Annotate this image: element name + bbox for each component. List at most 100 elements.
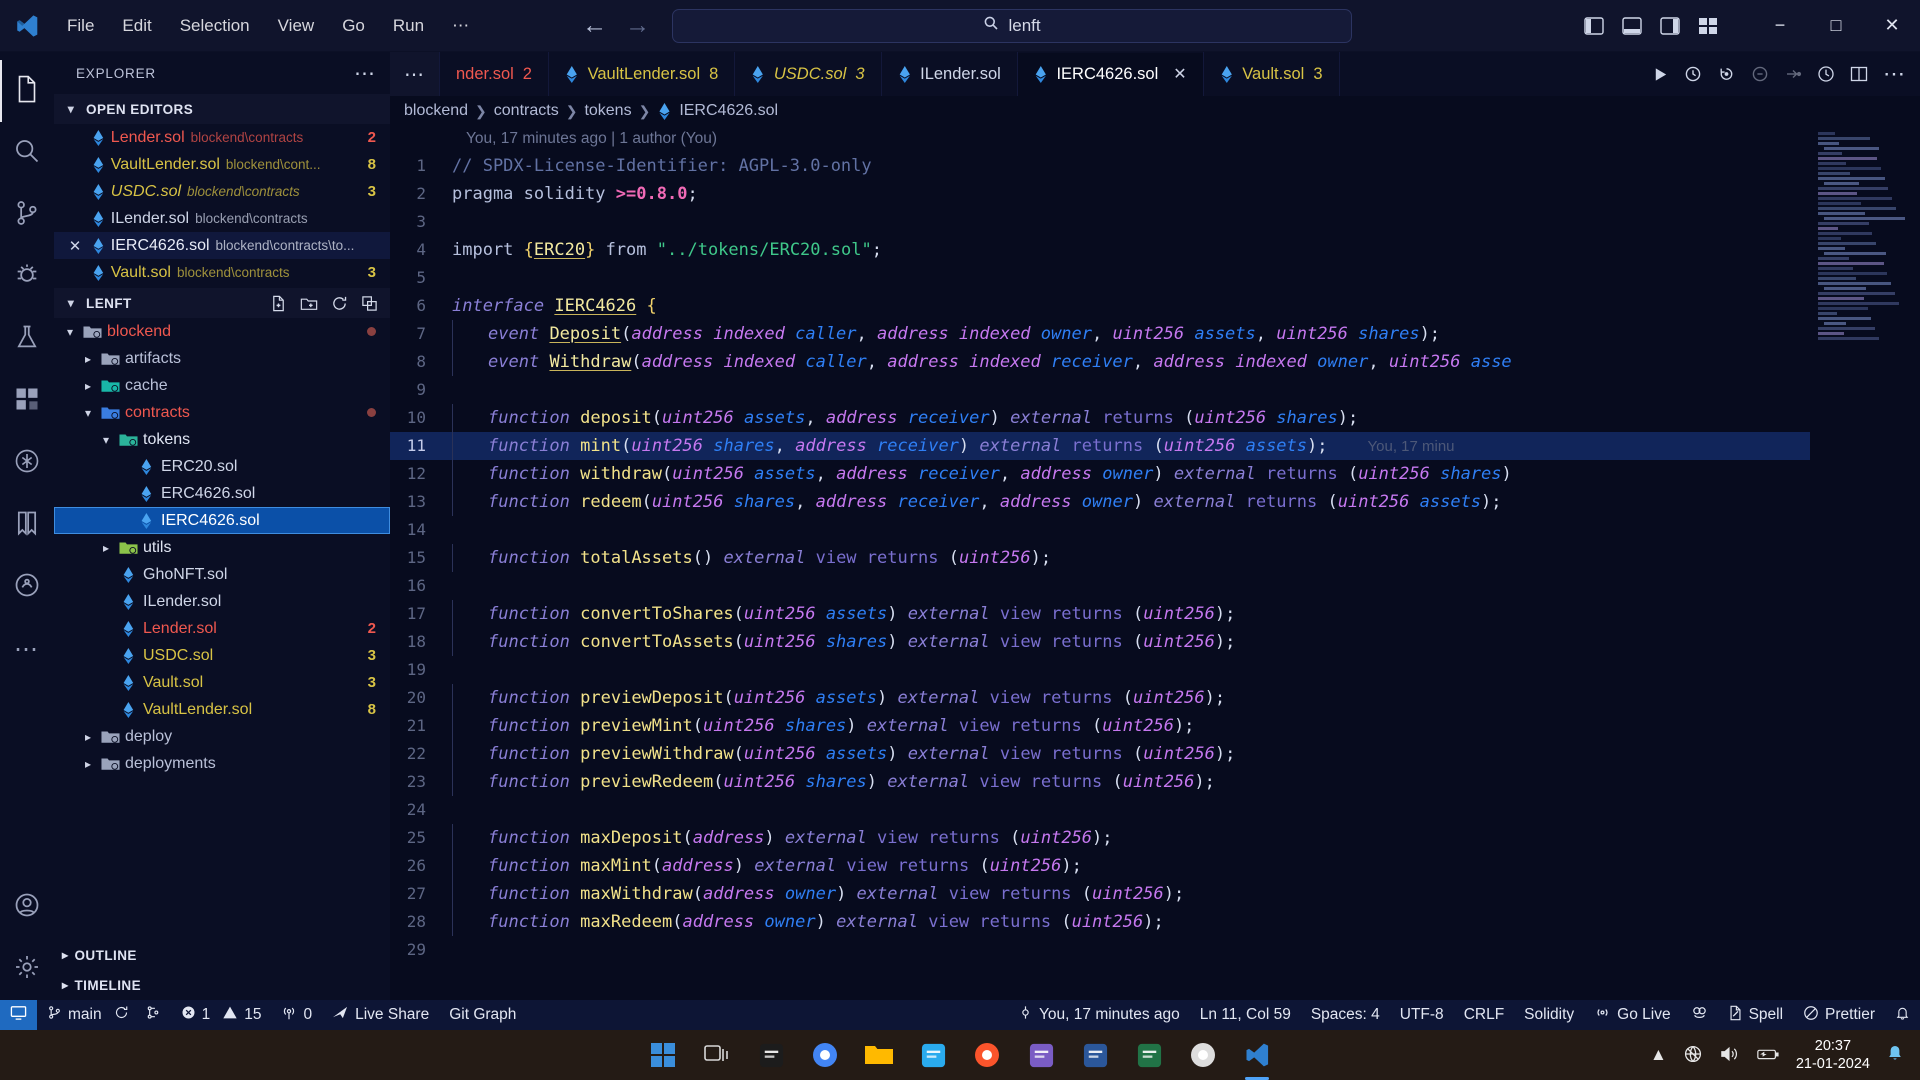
- chevron-right-icon[interactable]: ▸: [78, 379, 98, 393]
- remote-window-button[interactable]: [0, 1000, 37, 1030]
- debug-alt-icon[interactable]: [1751, 65, 1769, 83]
- tree-file[interactable]: VaultLender.sol 8: [54, 696, 390, 723]
- status-live-share[interactable]: Live Share: [322, 1000, 439, 1030]
- chevron-right-icon[interactable]: ▸: [96, 541, 116, 555]
- tree-folder[interactable]: ▸ deploy: [54, 723, 390, 750]
- start-button[interactable]: [643, 1035, 683, 1075]
- code-line[interactable]: 26 function maxMint(address) external vie…: [390, 852, 1920, 880]
- arrow-left-icon[interactable]: ←: [582, 13, 607, 38]
- taskbar-clock[interactable]: 20:37 21-01-2024: [1796, 1037, 1870, 1073]
- status-spell[interactable]: Spell: [1718, 1000, 1793, 1030]
- status-language-mode[interactable]: Solidity: [1514, 1000, 1584, 1030]
- battery-icon[interactable]: [1756, 1045, 1780, 1066]
- editor-tab[interactable]: IERC4626.sol ✕: [1017, 52, 1204, 96]
- tree-file[interactable]: USDC.sol 3: [54, 642, 390, 669]
- breadcrumb-item-2[interactable]: tokens: [584, 102, 631, 120]
- music-app[interactable]: [1183, 1035, 1223, 1075]
- quick-search-input[interactable]: lenft: [672, 8, 1353, 43]
- tree-file[interactable]: ILender.sol: [54, 588, 390, 615]
- toggle-panel-icon[interactable]: [1622, 16, 1642, 35]
- new-folder-icon[interactable]: [300, 295, 318, 312]
- tree-file[interactable]: ERC4626.sol: [54, 480, 390, 507]
- activity-extensions[interactable]: [0, 370, 54, 432]
- open-editor-item[interactable]: ILender.sol blockend\contracts: [54, 205, 390, 232]
- toggle-secondary-sidebar-icon[interactable]: [1660, 16, 1680, 35]
- chevron-right-icon[interactable]: ▸: [78, 730, 98, 744]
- code-line[interactable]: 13 function redeem(uint256 shares, addres…: [390, 488, 1920, 516]
- debug-replay-icon[interactable]: [1717, 65, 1736, 83]
- activity-search[interactable]: [0, 122, 54, 184]
- tree-file[interactable]: Vault.sol 3: [54, 669, 390, 696]
- photos-app[interactable]: [1021, 1035, 1061, 1075]
- code-line[interactable]: 9: [390, 376, 1920, 404]
- menu-edit[interactable]: Edit: [109, 12, 164, 40]
- chrome-app[interactable]: [805, 1035, 845, 1075]
- tree-file[interactable]: IERC4626.sol: [54, 507, 390, 534]
- minimize-button[interactable]: −: [1752, 0, 1808, 52]
- outline-section-header[interactable]: ▸ OUTLINE: [54, 940, 390, 970]
- code-line[interactable]: 7 event Deposit(address indexed caller, a…: [390, 320, 1920, 348]
- status-eol[interactable]: CRLF: [1454, 1000, 1514, 1030]
- editor-tab[interactable]: nder.sol 2: [440, 52, 549, 96]
- activity-bookmarks[interactable]: [0, 494, 54, 556]
- status-gitlens[interactable]: [1681, 1000, 1718, 1030]
- chevron-right-icon[interactable]: ▸: [78, 757, 98, 771]
- code-line[interactable]: 28 function maxRedeem(address owner) exte…: [390, 908, 1920, 936]
- menu-run[interactable]: Run: [380, 12, 437, 40]
- workspace-section-header[interactable]: ▾ LENFT: [54, 288, 390, 318]
- editor-tab[interactable]: USDC.sol 3: [735, 52, 882, 96]
- code-line[interactable]: 21 function previewMint(uint256 shares) e…: [390, 712, 1920, 740]
- menu-more[interactable]: ⋯: [439, 12, 482, 40]
- tab-overflow-button[interactable]: ⋯: [390, 52, 440, 96]
- code-line[interactable]: 22 function previewWithdraw(uint256 asset…: [390, 740, 1920, 768]
- tree-folder[interactable]: ▸ cache: [54, 372, 390, 399]
- toggle-primary-sidebar-icon[interactable]: [1584, 16, 1604, 35]
- debug-step-icon[interactable]: [1784, 65, 1802, 83]
- tree-folder[interactable]: ▸ utils: [54, 534, 390, 561]
- breadcrumb-file[interactable]: IERC4626.sol: [679, 102, 778, 120]
- code-line[interactable]: 4 import {ERC20} from "../tokens/ERC20.so…: [390, 236, 1920, 264]
- activity-source-control[interactable]: [0, 184, 54, 246]
- activity-run-debug[interactable]: [0, 246, 54, 308]
- open-editor-item[interactable]: VaultLender.sol blockend\cont... 8: [54, 151, 390, 178]
- activity-more[interactable]: ⋯: [0, 618, 54, 680]
- notification-bell-icon[interactable]: [1886, 1044, 1904, 1067]
- telegram-app[interactable]: [913, 1035, 953, 1075]
- maximize-button[interactable]: □: [1808, 0, 1864, 52]
- code-line[interactable]: 25 function maxDeposit(address) external …: [390, 824, 1920, 852]
- new-file-icon[interactable]: [270, 295, 287, 312]
- status-problems[interactable]: 1 15: [171, 1000, 272, 1030]
- activity-testing[interactable]: [0, 308, 54, 370]
- status-cursor-position[interactable]: Ln 11, Col 59: [1190, 1000, 1301, 1030]
- status-notifications[interactable]: [1885, 1000, 1920, 1030]
- brave-app[interactable]: [967, 1035, 1007, 1075]
- network-offline-icon[interactable]: [1683, 1044, 1703, 1067]
- chevron-up-icon[interactable]: ▲: [1650, 1045, 1667, 1065]
- code-line[interactable]: 27 function maxWithdraw(address owner) ex…: [390, 880, 1920, 908]
- close-icon[interactable]: ✕: [64, 237, 86, 255]
- close-button[interactable]: ✕: [1864, 0, 1920, 52]
- tree-folder[interactable]: ▸ deployments: [54, 750, 390, 777]
- vscode-app[interactable]: [1237, 1035, 1277, 1080]
- close-icon[interactable]: ✕: [1173, 64, 1186, 84]
- status-indentation[interactable]: Spaces: 4: [1301, 1000, 1390, 1030]
- code-line[interactable]: 20 function previewDeposit(uint256 assets…: [390, 684, 1920, 712]
- activity-solidity[interactable]: [0, 432, 54, 494]
- chevron-right-icon[interactable]: ▸: [78, 352, 98, 366]
- activity-live-share[interactable]: [0, 556, 54, 618]
- breadcrumb-item-1[interactable]: contracts: [494, 102, 559, 120]
- tree-folder[interactable]: ▾ tokens: [54, 426, 390, 453]
- status-ports[interactable]: 0: [271, 1000, 322, 1030]
- run-history-icon[interactable]: [1684, 65, 1702, 83]
- code-line[interactable]: 23 function previewRedeem(uint256 shares)…: [390, 768, 1920, 796]
- word-app[interactable]: [1075, 1035, 1115, 1075]
- collapse-all-icon[interactable]: [361, 295, 378, 312]
- code-line[interactable]: 3: [390, 208, 1920, 236]
- open-editor-item[interactable]: ✕ IERC4626.sol blockend\contracts\to...: [54, 232, 390, 259]
- tree-file[interactable]: Lender.sol 2: [54, 615, 390, 642]
- status-git-graph[interactable]: Git Graph: [439, 1000, 526, 1030]
- code-line[interactable]: 16: [390, 572, 1920, 600]
- activity-accounts[interactable]: [0, 876, 54, 938]
- refresh-icon[interactable]: [331, 295, 348, 312]
- open-changes-icon[interactable]: [1817, 65, 1835, 83]
